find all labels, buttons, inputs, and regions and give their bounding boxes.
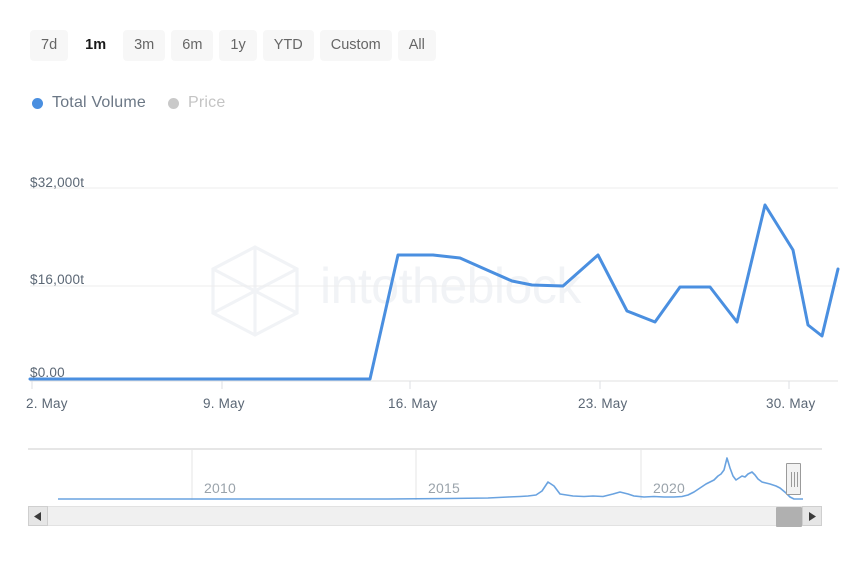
x-axis-label-23-may: 23. May [578, 396, 627, 411]
caret-right-icon [808, 512, 816, 521]
range-button-3m[interactable]: 3m [123, 30, 165, 61]
navigator-right-handle[interactable] [786, 463, 801, 495]
x-tick-marks [32, 381, 789, 389]
chart-legend: Total Volume Price [32, 94, 225, 112]
range-button-1y[interactable]: 1y [219, 30, 256, 61]
chart-scrollbar[interactable] [28, 506, 822, 526]
chart-navigator[interactable]: 2010 2015 2020 [28, 446, 822, 506]
legend-item-price[interactable]: Price [168, 94, 225, 112]
scrollbar-left-arrow-button[interactable] [28, 506, 48, 526]
series-line-total-volume [30, 205, 838, 379]
legend-dot-icon-price [168, 98, 179, 109]
range-button-1m[interactable]: 1m [74, 30, 117, 61]
legend-label-price: Price [188, 94, 225, 112]
range-button-custom[interactable]: Custom [320, 30, 392, 61]
navigator-year-2010: 2010 [204, 480, 236, 496]
handle-grip-line [791, 472, 792, 487]
x-axis-label-16-may: 16. May [388, 396, 437, 411]
handle-grip-line [794, 472, 795, 487]
legend-item-total-volume[interactable]: Total Volume [32, 94, 146, 112]
volume-line-chart [0, 150, 850, 415]
x-axis-label-2-may: 2. May [26, 396, 68, 411]
x-axis-label-9-may: 9. May [203, 396, 245, 411]
range-button-ytd[interactable]: YTD [263, 30, 314, 61]
range-button-7d[interactable]: 7d [30, 30, 68, 61]
scrollbar-thumb[interactable] [776, 507, 802, 527]
x-axis-label-30-may: 30. May [766, 396, 815, 411]
navigator-year-2015: 2015 [428, 480, 460, 496]
navigator-gridlines [192, 449, 641, 500]
range-button-6m[interactable]: 6m [171, 30, 213, 61]
caret-left-icon [34, 512, 42, 521]
scrollbar-right-arrow-button[interactable] [802, 506, 822, 526]
legend-dot-icon-total-volume [32, 98, 43, 109]
navigator-year-2020: 2020 [653, 480, 685, 496]
y-axis-label-32000: $32,000t [30, 175, 84, 190]
handle-grip-line [797, 472, 798, 487]
y-axis-label-16000: $16,000t [30, 272, 84, 287]
range-button-all[interactable]: All [398, 30, 436, 61]
range-selector: 7d 1m 3m 6m 1y YTD Custom All [30, 30, 436, 61]
legend-label-total-volume: Total Volume [52, 94, 146, 112]
y-axis-label-0: $0.00 [30, 365, 65, 380]
chart-plot-area[interactable]: $32,000t $16,000t $0.00 2. May 9. May 16… [0, 150, 850, 415]
scrollbar-track[interactable] [48, 506, 802, 526]
navigator-series [28, 446, 822, 506]
